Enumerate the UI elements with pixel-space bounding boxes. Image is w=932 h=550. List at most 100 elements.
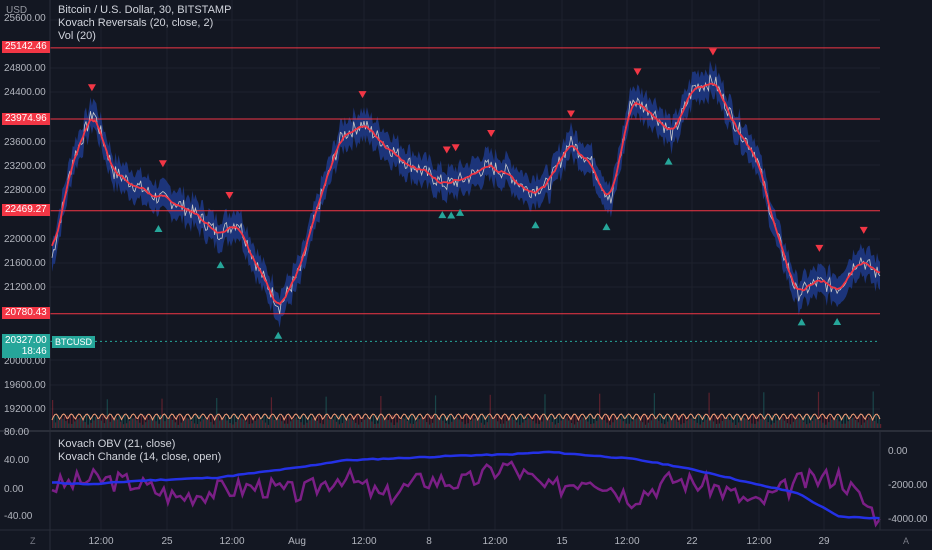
volume-bar [322,424,324,428]
left-tick: 40.00 [4,455,30,466]
volume-bar [705,419,707,428]
volume-bar [786,423,789,428]
volume-bar [634,419,636,428]
level-tag[interactable]: 22469.27 [2,204,50,216]
study-kovach-obv[interactable]: Kovach OBV (21, close) [58,438,175,450]
volume-bar [851,417,854,428]
volume-bar [406,421,409,428]
volume-bar [142,424,144,428]
volume-bar [216,397,218,428]
study-volume[interactable]: Vol (20) [58,30,96,42]
volume-bar [183,420,185,428]
volume-bar [554,424,556,428]
volume-bar [365,417,367,428]
bull-signal [797,318,806,326]
volume-bar [597,416,599,428]
volume-bar [729,420,731,428]
bear-signal [859,226,868,234]
volume-bar [94,416,97,428]
volume-bar [581,417,583,428]
current-price-tag[interactable]: 20327.00 18:46 [2,334,50,358]
volume-bar [795,419,797,428]
volume-bar [471,416,474,428]
volume-bar [341,423,343,428]
volume-bar [743,417,746,428]
volume-bar [495,416,497,428]
volume-bar [742,417,744,428]
volume-bar [417,416,419,428]
volume-bar [409,423,412,428]
x-tick: 12:00 [614,536,640,547]
chart-canvas[interactable] [0,0,932,550]
volume-bar [573,424,576,428]
volume-bar [56,415,58,428]
volume-bar [294,417,296,428]
volume-bar [816,418,818,428]
volume-bar [368,419,370,428]
volume-bar [686,420,688,428]
volume-bar [436,416,438,428]
volume-bar [563,418,565,428]
volume-bar [721,421,723,428]
y-tick: 24400.00 [4,87,46,98]
volume-bar [622,421,624,428]
volume-bar [631,421,633,428]
volume-bar [647,422,650,428]
x-tick: 12:00 [351,536,377,547]
volume-bar [859,415,861,428]
volume-bar [668,416,670,428]
volume-bar [211,415,213,428]
volume-bar [62,418,64,428]
volume-bar [270,397,273,428]
volume-bar [347,418,349,428]
symbol-header[interactable]: Bitcoin / U.S. Dollar, 30, BITSTAMP [58,4,231,16]
volume-bar [758,416,760,428]
left-tick: 80.00 [4,427,30,438]
volume-bar [718,423,721,428]
volume-bar [550,415,552,428]
bull-signal [602,223,611,231]
volume-bar [853,417,855,428]
level-tag[interactable]: 23974.96 [2,113,50,125]
volume-bar [704,415,706,428]
volume-bar [526,416,528,428]
volume-bar [497,421,499,428]
right-tick: 0.00 [888,446,908,457]
volume-bar [80,417,82,428]
volume-bar [332,419,335,428]
volume-bar [179,415,181,428]
volume-bar [120,421,122,428]
volume-bar [474,418,477,428]
volume-bar [612,422,614,428]
volume-bar [520,415,522,428]
level-tag[interactable]: 20780.43 [2,307,50,319]
volume-bar [134,416,136,428]
volume-bar [621,416,623,428]
volume-bar [461,421,463,428]
volume-bar [707,417,709,428]
volume-bar [568,420,570,428]
zoom-corner-icon[interactable]: Z [30,536,36,546]
volume-bar [673,417,675,428]
study-kovach-chande[interactable]: Kovach Chande (14, close, open) [58,451,221,463]
volume-bar [770,424,772,428]
volume-bar [440,416,443,428]
volume-bar [109,421,111,428]
bear-signal [442,146,451,154]
volume-bar [738,422,740,428]
volume-bar [670,419,672,428]
x-tick: 25 [161,536,173,547]
auto-scale-icon[interactable]: A [903,536,909,546]
symbol-tag[interactable]: BTCUSD [52,336,96,348]
volume-bar [335,421,338,428]
volume-bar [566,416,568,428]
volume-bar [71,423,73,428]
volume-bar [198,415,200,428]
bear-signal [815,244,824,252]
x-tick: 12:00 [482,536,508,547]
level-tag[interactable]: 25142.46 [2,41,50,53]
volume-bar [854,419,857,428]
volume-bar [130,416,132,428]
volume-bar [278,418,280,428]
study-kovach-reversals[interactable]: Kovach Reversals (20, close, 2) [58,17,213,29]
